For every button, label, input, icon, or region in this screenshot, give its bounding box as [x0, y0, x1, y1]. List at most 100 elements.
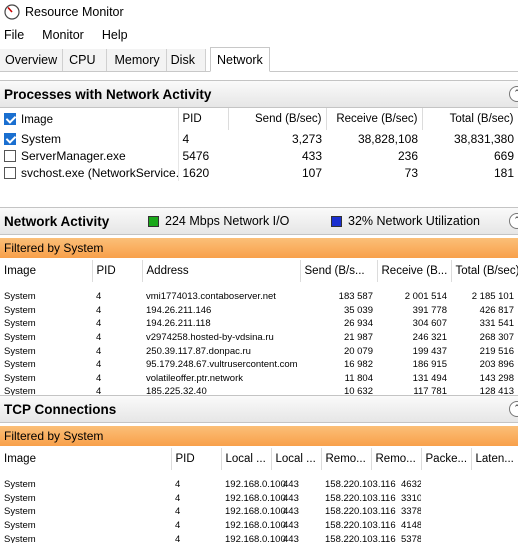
- sort-desc-icon: ˇ: [484, 260, 487, 265]
- process-send: 107: [301, 165, 322, 180]
- col-local-port[interactable]: Local ...: [271, 448, 322, 470]
- col-latency[interactable]: Laten...: [471, 448, 518, 470]
- network-io-swatch: [148, 215, 159, 227]
- row-receive: 391 778: [412, 304, 447, 316]
- network-io-label: 224 Mbps Network I/O: [165, 214, 290, 228]
- sort-desc-icon: ˇ: [470, 108, 473, 113]
- row-packet-loss: [421, 505, 471, 519]
- table-row[interactable]: svchost.exe (NetworkService... 1620 107 …: [0, 164, 518, 181]
- table-row[interactable]: ServerManager.exe 5476 433 236 669: [0, 147, 518, 164]
- process-pid: 4: [182, 131, 190, 146]
- row-pid: 4: [96, 332, 102, 344]
- process-receive: 236: [397, 148, 418, 163]
- row-packet-loss: [421, 492, 471, 506]
- col-remote-port[interactable]: Remo...: [371, 448, 422, 470]
- processes-header-row: Image PID Send (B/sec) Receive (B/sec) ˇ…: [0, 108, 518, 130]
- tab-memory[interactable]: Memory: [106, 49, 167, 71]
- row-pid: 4: [96, 372, 102, 384]
- collapse-processes-icon[interactable]: ⌃: [509, 86, 518, 102]
- row-checkbox[interactable]: [4, 166, 16, 179]
- table-row[interactable]: System 4 194.26.211.146 35 039 391 778 426 81…: [0, 304, 518, 318]
- col-address[interactable]: Address: [142, 260, 301, 282]
- network-activity-title: Network Activity: [4, 213, 110, 229]
- header-spacer: [0, 470, 518, 478]
- table-row[interactable]: System 4 194.26.211.118 26 934 304 607 331 54…: [0, 317, 518, 331]
- row-address: 95.179.248.67.vultrusercontent.com: [146, 359, 298, 371]
- tab-cpu[interactable]: CPU: [63, 49, 107, 71]
- process-total: 38,831,380: [453, 131, 514, 146]
- row-address: vmi1774013.contaboserver.net: [146, 291, 276, 303]
- row-total: 426 817: [479, 304, 514, 316]
- row-image: System: [4, 492, 36, 504]
- row-address: volatileoffer.ptr.network: [146, 372, 243, 384]
- row-send: 20 079: [343, 345, 373, 357]
- select-all-checkbox[interactable]: [4, 112, 16, 125]
- row-checkbox[interactable]: [4, 132, 16, 145]
- col-pid[interactable]: PID: [171, 448, 222, 470]
- row-pid: 4: [175, 506, 181, 518]
- tcp-section-header[interactable]: TCP Connections ⌃: [0, 395, 518, 423]
- collapse-network-activity-icon[interactable]: ⌃: [509, 213, 518, 229]
- row-checkbox[interactable]: [4, 149, 16, 162]
- processes-section-title: Processes with Network Activity: [4, 86, 212, 102]
- col-pid[interactable]: PID: [92, 260, 143, 282]
- table-row[interactable]: System 4 250.39.117.87.donpac.ru 20 079 199 …: [0, 344, 518, 358]
- collapse-tcp-icon[interactable]: ⌃: [509, 401, 518, 417]
- table-row[interactable]: System 4 192.168.0.100 443 158.220.103.116 41…: [0, 519, 518, 533]
- row-pid: 4: [96, 304, 102, 316]
- processes-section-header[interactable]: Processes with Network Activity ⌃: [0, 80, 518, 108]
- row-image: System: [4, 533, 36, 543]
- table-row[interactable]: System 4 192.168.0.100 443 158.220.103.116 33…: [0, 492, 518, 506]
- row-image: System: [4, 318, 36, 330]
- row-image: System: [4, 291, 36, 303]
- col-receive[interactable]: Receive (B/sec): [326, 108, 423, 130]
- table-row[interactable]: System 4 95.179.248.67.vultrusercontent.co…: [0, 358, 518, 372]
- col-send[interactable]: Send (B/sec): [228, 108, 327, 130]
- process-name: System: [21, 131, 62, 146]
- menu-bar: File Monitor Help: [0, 26, 134, 44]
- table-row[interactable]: System 4 192.168.0.100 443 158.220.103.116 53…: [0, 532, 518, 543]
- row-pid: 4: [96, 291, 102, 303]
- col-total[interactable]: ˇ Total (B/sec): [451, 260, 518, 282]
- col-pid[interactable]: PID: [178, 108, 229, 130]
- col-receive[interactable]: Receive (B...: [377, 260, 452, 282]
- table-row[interactable]: System 4 192.168.0.100 443 158.220.103.116 33…: [0, 505, 518, 519]
- row-send: 11 804: [344, 372, 373, 384]
- table-row[interactable]: System 4 192.168.0.100 443 158.220.103.116 46…: [0, 478, 518, 492]
- tab-disk[interactable]: Disk: [166, 49, 206, 71]
- table-row[interactable]: System 4 v2974258.hosted-by-vdsina.ru 21 98…: [0, 331, 518, 345]
- col-local-address[interactable]: Local ...: [221, 448, 272, 470]
- col-send[interactable]: Send (B/s...: [300, 260, 378, 282]
- row-image: System: [4, 359, 36, 371]
- network-utilization-label: 32% Network Utilization: [348, 214, 480, 228]
- row-image: System: [4, 372, 36, 384]
- row-packet-loss: [421, 519, 471, 533]
- col-image[interactable]: Image: [0, 108, 179, 130]
- menu-file[interactable]: File: [0, 28, 30, 42]
- col-packet-loss[interactable]: Packe...: [421, 448, 472, 470]
- table-row[interactable]: System 4 volatileoffer.ptr.network 11 804 13…: [0, 372, 518, 386]
- col-remote-address[interactable]: Remo...: [321, 448, 372, 470]
- row-receive: 246 321: [412, 332, 447, 344]
- table-row[interactable]: System 4 vmi1774013.contaboserver.net 183 5…: [0, 290, 518, 304]
- table-row[interactable]: System 4 3,273 38,828,108 38,831,380: [0, 130, 518, 147]
- row-packet-loss: [421, 478, 471, 492]
- menu-help[interactable]: Help: [98, 28, 134, 42]
- row-send: 26 934: [343, 318, 373, 330]
- row-image: System: [4, 479, 36, 491]
- tcp-filter-bar: Filtered by System: [0, 426, 518, 446]
- col-image[interactable]: Image: [0, 260, 93, 282]
- network-utilization-indicator: 32% Network Utilization: [331, 214, 480, 228]
- row-local-address: 192.168.0.100: [225, 533, 286, 543]
- row-latency: [471, 505, 518, 519]
- tab-overview[interactable]: Overview: [0, 49, 64, 71]
- row-pid: 4: [175, 492, 181, 504]
- menu-monitor[interactable]: Monitor: [38, 28, 90, 42]
- row-local-address: 192.168.0.100: [225, 520, 286, 532]
- col-total[interactable]: ˇ Total (B/sec): [422, 108, 518, 130]
- tab-network[interactable]: Network: [209, 47, 270, 72]
- row-pid: 4: [96, 318, 102, 330]
- row-local-address: 192.168.0.100: [225, 492, 286, 504]
- row-total: 203 896: [479, 359, 514, 371]
- col-image[interactable]: Image: [0, 448, 172, 470]
